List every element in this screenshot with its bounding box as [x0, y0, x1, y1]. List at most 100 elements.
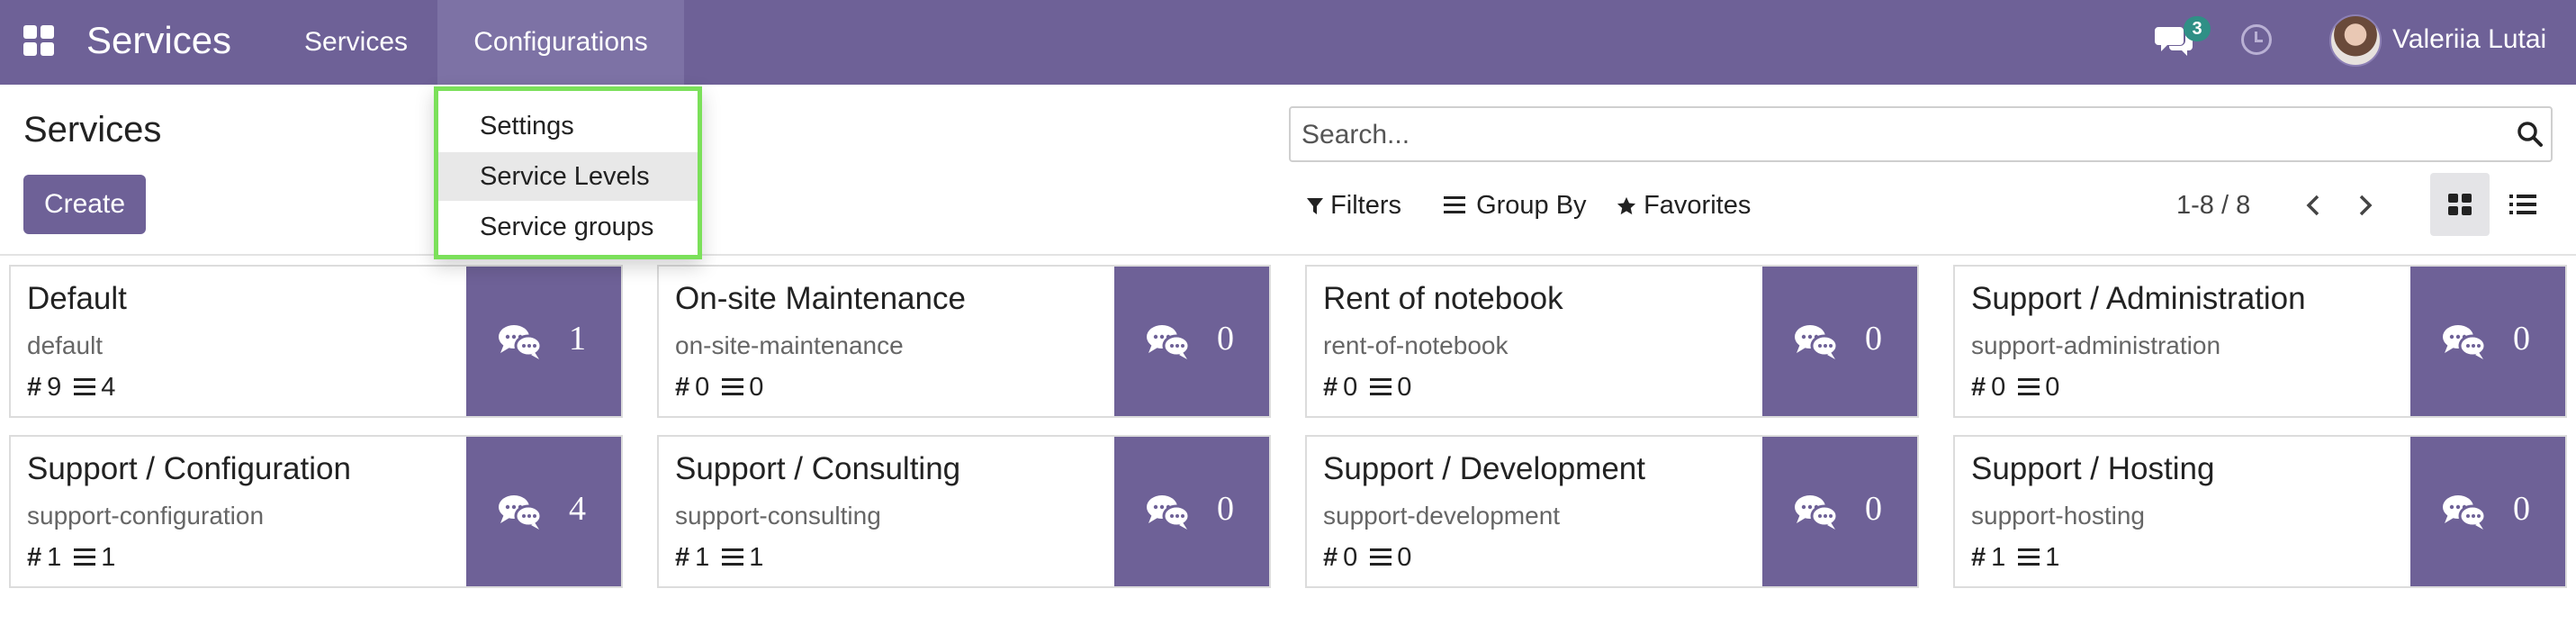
search-input[interactable]: [1302, 115, 2490, 155]
chat-bubbles-icon: [2443, 325, 2487, 359]
chat-bubbles-icon: [1147, 325, 1191, 359]
hash-count: 1: [695, 543, 710, 572]
service-code: rent-of-notebook: [1323, 331, 1509, 359]
chat-bubbles-icon: [1795, 325, 1839, 359]
message-count-box[interactable]: 0: [2410, 437, 2565, 586]
activity-clock-icon[interactable]: [2241, 24, 2272, 55]
message-count: 0: [1865, 490, 1882, 528]
lines-icon: [1370, 548, 1392, 566]
hash-icon: #: [675, 373, 690, 402]
dropdown-item-service-groups[interactable]: Service groups: [438, 203, 698, 251]
favorites-label: Favorites: [1644, 191, 1752, 220]
dropdown-item-service-levels[interactable]: Service Levels: [438, 152, 698, 201]
lines-count: 0: [1397, 373, 1412, 402]
page-title: Services: [23, 110, 162, 149]
lines-icon: [722, 378, 744, 396]
chevron-left-icon[interactable]: [2295, 186, 2331, 225]
message-count: 4: [569, 490, 586, 528]
hash-icon: #: [27, 543, 42, 572]
service-card[interactable]: Support / Consulting support-consulting #1…: [657, 435, 1271, 588]
service-stats: #0 0: [675, 373, 763, 403]
chat-bubbles-icon: [499, 325, 543, 359]
service-card[interactable]: Support / Administration support-administ…: [1953, 265, 2567, 418]
hash-count: 0: [695, 373, 710, 402]
service-card[interactable]: On-site Maintenance on-site-maintenance #0…: [657, 265, 1271, 418]
menu-configurations[interactable]: Configurations: [437, 0, 684, 85]
dropdown-item-settings[interactable]: Settings: [438, 102, 698, 150]
chat-bubbles-icon: [2443, 495, 2487, 530]
list-view-button[interactable]: [2493, 173, 2553, 236]
hash-icon: #: [1971, 373, 1986, 402]
service-stats: #1 1: [27, 543, 115, 573]
service-name: Default: [27, 281, 127, 316]
message-count: 0: [2513, 490, 2530, 528]
message-count-box[interactable]: 0: [1114, 267, 1269, 416]
service-name: Support / Consulting: [675, 451, 961, 486]
hash-icon: #: [1323, 543, 1338, 572]
chevron-right-icon[interactable]: [2347, 186, 2383, 225]
group-by-icon: [1444, 196, 1465, 214]
lines-icon: [1370, 378, 1392, 396]
lines-count: 1: [749, 543, 764, 572]
service-card[interactable]: Support / Hosting support-hosting #1 1 0: [1953, 435, 2567, 588]
hash-count: 0: [1343, 543, 1358, 572]
message-count-box[interactable]: 0: [2410, 267, 2565, 416]
kanban-view-button[interactable]: [2430, 173, 2490, 236]
service-code: support-hosting: [1971, 502, 2146, 530]
service-code: support-configuration: [27, 502, 265, 530]
menu-services[interactable]: Services: [274, 0, 438, 85]
top-navbar: Services Services Configurations 3 Valer…: [0, 0, 2576, 85]
lines-count: 0: [749, 373, 764, 402]
apps-grid-icon[interactable]: [23, 25, 56, 58]
hash-icon: #: [1971, 543, 1986, 572]
service-card[interactable]: Support / Development support-development…: [1305, 435, 1919, 588]
filters-label: Filters: [1330, 191, 1402, 220]
group-by-label: Group By: [1476, 191, 1587, 220]
chat-bubbles-icon: [1795, 495, 1839, 530]
service-name: Support / Administration: [1971, 281, 2306, 316]
kanban-grid-icon: [2448, 194, 2472, 215]
filters-button[interactable]: Filters: [1307, 187, 1401, 223]
message-count: 0: [1217, 320, 1234, 358]
message-count: 0: [2513, 320, 2530, 358]
message-count-box[interactable]: 0: [1762, 437, 1917, 586]
service-card[interactable]: Rent of notebook rent-of-notebook #0 0 0: [1305, 265, 1919, 418]
chat-bubbles-icon: [499, 495, 543, 530]
service-stats: #0 0: [1323, 373, 1411, 403]
service-code: on-site-maintenance: [675, 331, 904, 359]
lines-icon: [74, 378, 96, 396]
group-by-button[interactable]: Group By: [1444, 187, 1587, 223]
service-stats: #1 1: [675, 543, 763, 573]
service-code: support-consulting: [675, 502, 881, 530]
chat-count-badge: 3: [2184, 16, 2211, 41]
message-count-box[interactable]: 4: [466, 437, 621, 586]
user-avatar[interactable]: [2329, 14, 2382, 67]
lines-icon: [2018, 378, 2040, 396]
lines-icon: [722, 548, 744, 566]
star-icon: [1617, 196, 1636, 215]
search-icon[interactable]: [2517, 121, 2544, 148]
lines-count: 0: [1397, 543, 1412, 572]
service-name: Rent of notebook: [1323, 281, 1563, 316]
service-stats: #0 0: [1323, 543, 1411, 573]
hash-count: 1: [1991, 543, 2006, 572]
create-button[interactable]: Create: [23, 175, 146, 234]
pager-value[interactable]: 1-8 / 8: [2176, 187, 2250, 223]
service-code: support-development: [1323, 502, 1561, 530]
service-stats: #9 4: [27, 373, 115, 403]
list-icon: [2509, 195, 2536, 214]
service-code: support-administration: [1971, 331, 2221, 359]
user-name[interactable]: Valeriia Lutai: [2392, 18, 2546, 61]
hash-count: 9: [47, 373, 62, 402]
message-count-box[interactable]: 0: [1762, 267, 1917, 416]
message-count: 0: [1217, 490, 1234, 528]
favorites-button[interactable]: Favorites: [1617, 187, 1751, 223]
app-brand[interactable]: Services: [86, 16, 231, 65]
hash-icon: #: [1323, 373, 1338, 402]
message-count-box[interactable]: 0: [1114, 437, 1269, 586]
message-count-box[interactable]: 1: [466, 267, 621, 416]
service-name: On-site Maintenance: [675, 281, 966, 316]
chat-bubbles-icon: [1147, 495, 1191, 530]
service-card[interactable]: Default default #9 4 1: [9, 265, 623, 418]
service-card[interactable]: Support / Configuration support-configura…: [9, 435, 623, 588]
